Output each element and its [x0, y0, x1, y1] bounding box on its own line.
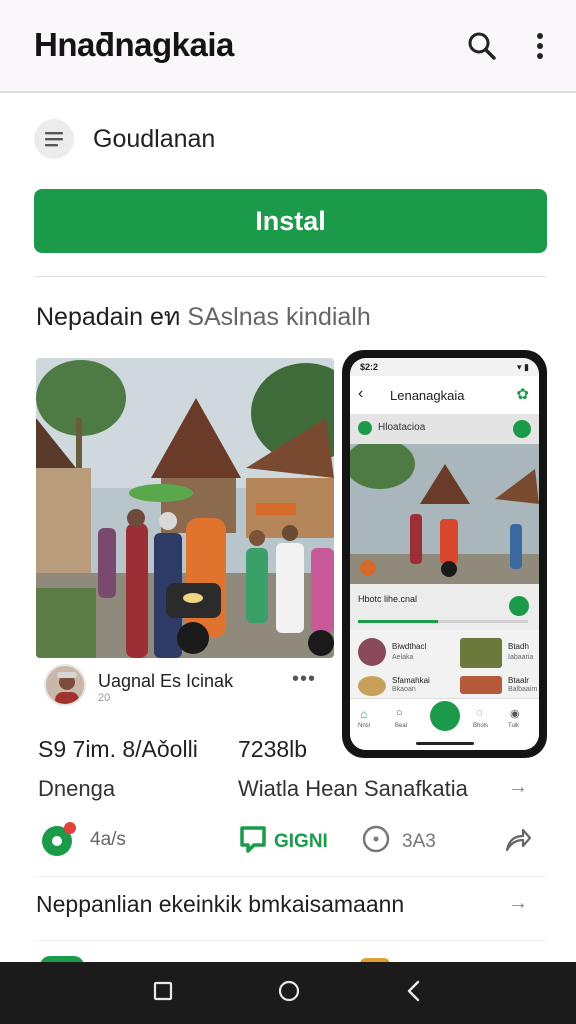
share-icon[interactable]: [504, 826, 532, 857]
action-chat-label: GIGNI: [274, 830, 328, 852]
install-button[interactable]: Instal: [34, 189, 547, 253]
back-icon[interactable]: [404, 979, 424, 1008]
phone-bottom-nav: ⌂ Nnsl ○ Beal ◌ Bhols ◉ Tuik: [350, 698, 539, 750]
chat-icon: [238, 824, 268, 859]
action-chat[interactable]: GIGNI: [238, 824, 328, 859]
phone-leaf-icon: ✿: [516, 386, 529, 403]
phone-screenshot[interactable]: $2:2 ▾ ▮ ‹ Lenanagkaia ✿ Hloatacioa Hbot…: [342, 350, 547, 758]
phone-right-sub-1: Iabaaria: [508, 654, 534, 661]
phone-nav-label-1: Nnsl: [358, 723, 371, 729]
avatar[interactable]: [44, 664, 86, 706]
phone-bell-icon[interactable]: ◌: [476, 707, 483, 719]
phone-nav-label-5: Tuik: [508, 723, 520, 729]
footer-text[interactable]: Neppanlian ekeinkik bmkaisamaann: [36, 891, 404, 918]
more-horiz-icon[interactable]: •••: [292, 668, 316, 691]
menu-icon[interactable]: [34, 119, 74, 159]
section-title: Nepadain eท SAslnas kindialh: [36, 297, 371, 337]
phone-subheader: Hloatacioa: [350, 414, 539, 444]
phone-right-sub-2: Balbaaim: [508, 686, 538, 693]
action-comment[interactable]: 4a/s: [40, 822, 126, 858]
post-author-row[interactable]: Uagnal Es Icinak 20 •••: [36, 658, 334, 716]
phone-right-item-2: Btaalr: [508, 676, 529, 685]
phone-screen: $2:2 ▾ ▮ ‹ Lenanagkaia ✿ Hloatacioa Hbot…: [350, 358, 539, 750]
stats-right: 7238lb: [238, 736, 308, 762]
location-icon: [362, 824, 390, 859]
phone-status-time: $2:2: [360, 362, 379, 372]
section-title-main: Nepadain eท: [36, 303, 181, 331]
more-vert-icon[interactable]: [520, 26, 560, 66]
screenshot-village-photo[interactable]: [36, 358, 334, 658]
developer-name: Goudlanan: [93, 124, 216, 153]
phone-card-text: Hbotc lihe.cnal: [358, 594, 418, 604]
phone-photo: [350, 444, 539, 584]
phone-nav-label-2: Beal: [395, 723, 408, 729]
info-arrow-icon[interactable]: →: [508, 776, 528, 799]
phone-home-icon[interactable]: ⌂: [360, 707, 367, 721]
divider: [34, 276, 546, 277]
footer-arrow-icon[interactable]: →: [508, 892, 528, 915]
developer-row[interactable]: Goudlanan: [34, 119, 215, 159]
info-right[interactable]: Wiatla Hean Sanafkatia: [238, 776, 468, 802]
phone-card: Hbotc lihe.cnal: [350, 584, 539, 630]
phone-title: Lenanagkaia: [390, 388, 465, 403]
phone-status-icons: ▾ ▮: [517, 362, 529, 372]
app-title: Hnaƌnagkaia: [34, 26, 234, 63]
post-author-name: Uagnal Es Icinak: [98, 671, 234, 691]
system-nav-bar: [0, 962, 576, 1024]
phone-list-sub-1: Aelaka: [392, 654, 414, 661]
info-left: Dnenga: [38, 776, 116, 801]
phone-search-icon[interactable]: ○: [396, 707, 403, 719]
phone-subtitle: Hloatacioa: [378, 422, 426, 433]
comment-bubble-icon: [40, 822, 76, 858]
action-location-label: 3A3: [402, 830, 436, 852]
recents-icon[interactable]: [152, 980, 174, 1007]
search-icon[interactable]: [462, 26, 502, 66]
phone-fab[interactable]: [430, 701, 460, 731]
stats-left: S9 7im. 8/Aǒolli: [38, 736, 198, 762]
phone-nav-label-4: Bhols: [473, 723, 489, 729]
section-title-secondary: SAslnas kindialh: [187, 303, 371, 331]
phone-list-sub-2: Bkaoan: [392, 686, 416, 693]
phone-back-icon[interactable]: ‹: [358, 385, 363, 403]
divider: [34, 876, 546, 877]
phone-list-item-1: Biwdthacl: [392, 642, 427, 651]
home-icon[interactable]: [277, 979, 301, 1008]
phone-app-bar: ‹ Lenanagkaia ✿: [350, 376, 539, 414]
phone-right-item-1: Btadh: [508, 642, 529, 651]
phone-list-item-2: Sfamahkai: [392, 676, 430, 685]
action-comment-label: 4a/s: [90, 829, 126, 850]
action-location[interactable]: 3A3: [362, 824, 436, 859]
phone-profile-icon[interactable]: ◉: [510, 707, 520, 720]
app-bar: Hnaƌnagkaia: [0, 0, 576, 93]
divider: [34, 940, 546, 941]
post-author-sub: 20: [98, 692, 111, 704]
